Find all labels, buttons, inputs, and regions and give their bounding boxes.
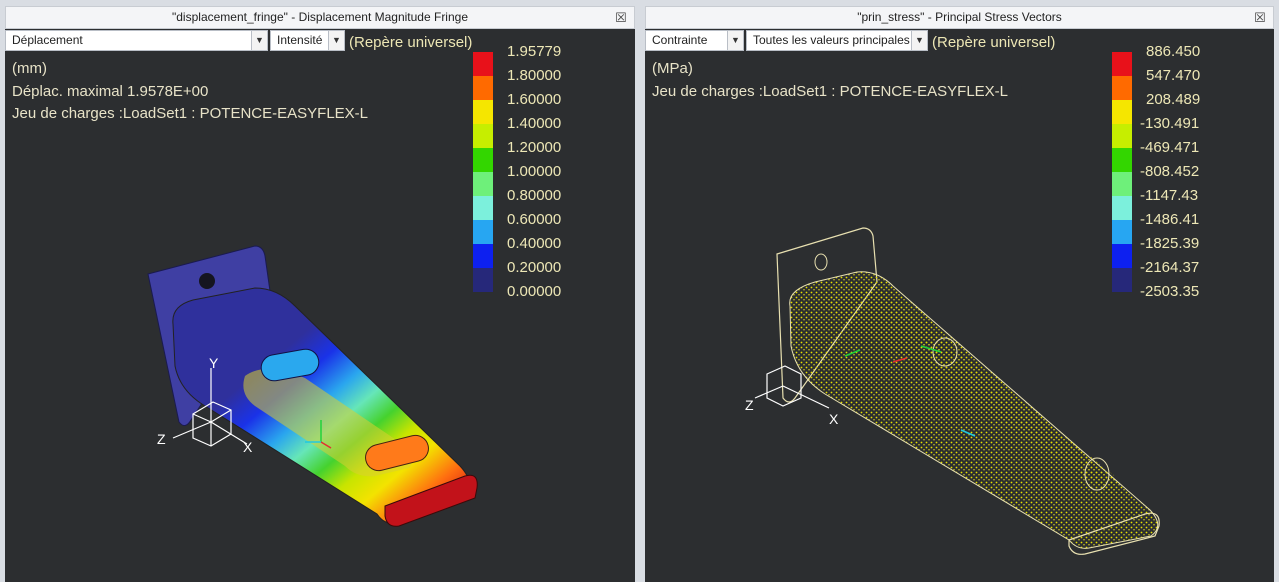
axis-label-x: X xyxy=(829,411,839,427)
axis-label-z: Z xyxy=(157,431,166,447)
axis-label-z: Z xyxy=(745,397,754,413)
axis-label-y: Y xyxy=(209,355,219,371)
principal-stress-window: "prin_stress" - Principal Stress Vectors… xyxy=(645,6,1274,582)
bolt-hole xyxy=(199,273,215,289)
stress-vector-model-view[interactable]: Z X xyxy=(645,6,1274,582)
bolt-hole xyxy=(814,253,828,271)
displacement-model-view[interactable]: Y Z X xyxy=(5,6,635,582)
axis-label-x: X xyxy=(243,439,253,455)
displacement-fringe-window: "displacement_fringe" - Displacement Mag… xyxy=(5,6,635,582)
